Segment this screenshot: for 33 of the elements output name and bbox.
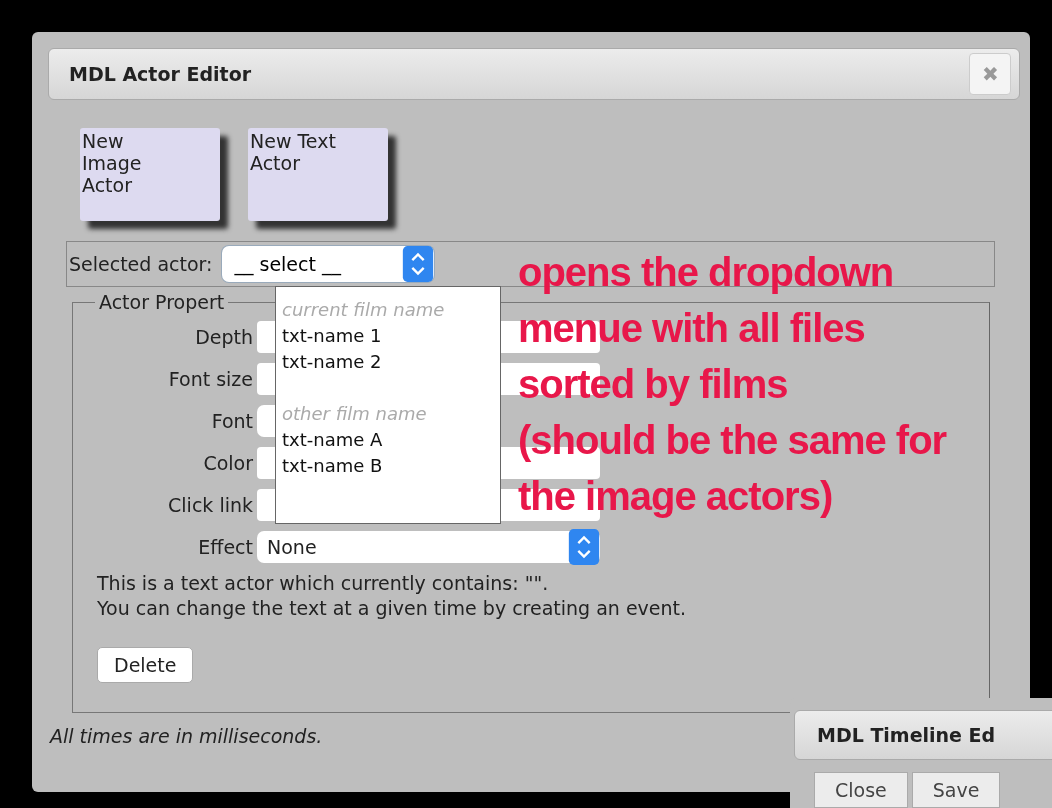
option-group-label: current film name bbox=[282, 298, 446, 322]
field-label: Font bbox=[210, 410, 253, 432]
delete-button[interactable]: Delete bbox=[97, 647, 194, 683]
stepper-icon[interactable] bbox=[568, 529, 600, 565]
footnote-text: All times are in milliseconds. bbox=[50, 725, 323, 747]
dropdown-option[interactable]: txt-name B bbox=[282, 453, 494, 479]
dropdown-option[interactable]: txt-name 1 bbox=[282, 323, 494, 349]
field-label: Color bbox=[202, 452, 253, 474]
annotation-text: (should be the same for bbox=[518, 417, 947, 464]
description-text: This is a text actor which currently contains: "". bbox=[97, 571, 550, 596]
option-group-label: other film name bbox=[282, 402, 428, 426]
toolbar-button[interactable]: Close bbox=[814, 772, 908, 808]
annotation-text: menue with all files bbox=[518, 305, 865, 352]
dropdown-option[interactable]: txt-name 2 bbox=[282, 349, 494, 375]
field-label: Depth bbox=[194, 326, 253, 348]
window-title: MDL Actor Editor bbox=[69, 63, 252, 85]
annotation-text: sorted by films bbox=[518, 361, 788, 408]
field-label: Font size bbox=[167, 368, 253, 390]
annotation-text: the image actors) bbox=[518, 473, 833, 520]
stepper-icon[interactable] bbox=[402, 246, 435, 282]
actor-select[interactable]: __ select __ bbox=[222, 246, 435, 282]
new-actor-button[interactable]: New Text Actor bbox=[248, 128, 388, 221]
new-actor-button[interactable]: New Image Actor bbox=[80, 128, 220, 221]
annotation-text: opens the dropdown bbox=[518, 249, 894, 296]
field-label: Click link bbox=[167, 494, 253, 516]
field-label: Effect bbox=[197, 536, 253, 558]
field-label: Selected actor: bbox=[69, 253, 213, 275]
panel-legend: Actor Propert bbox=[95, 291, 229, 313]
window-title: MDL Timeline Ed bbox=[817, 724, 996, 746]
select-field[interactable]: None bbox=[257, 531, 600, 563]
dropdown-option[interactable]: txt-name A bbox=[282, 427, 494, 453]
description-text: You can change the text at a given time by creating an event. bbox=[97, 596, 688, 621]
toolbar-button[interactable]: Save bbox=[911, 772, 1001, 808]
